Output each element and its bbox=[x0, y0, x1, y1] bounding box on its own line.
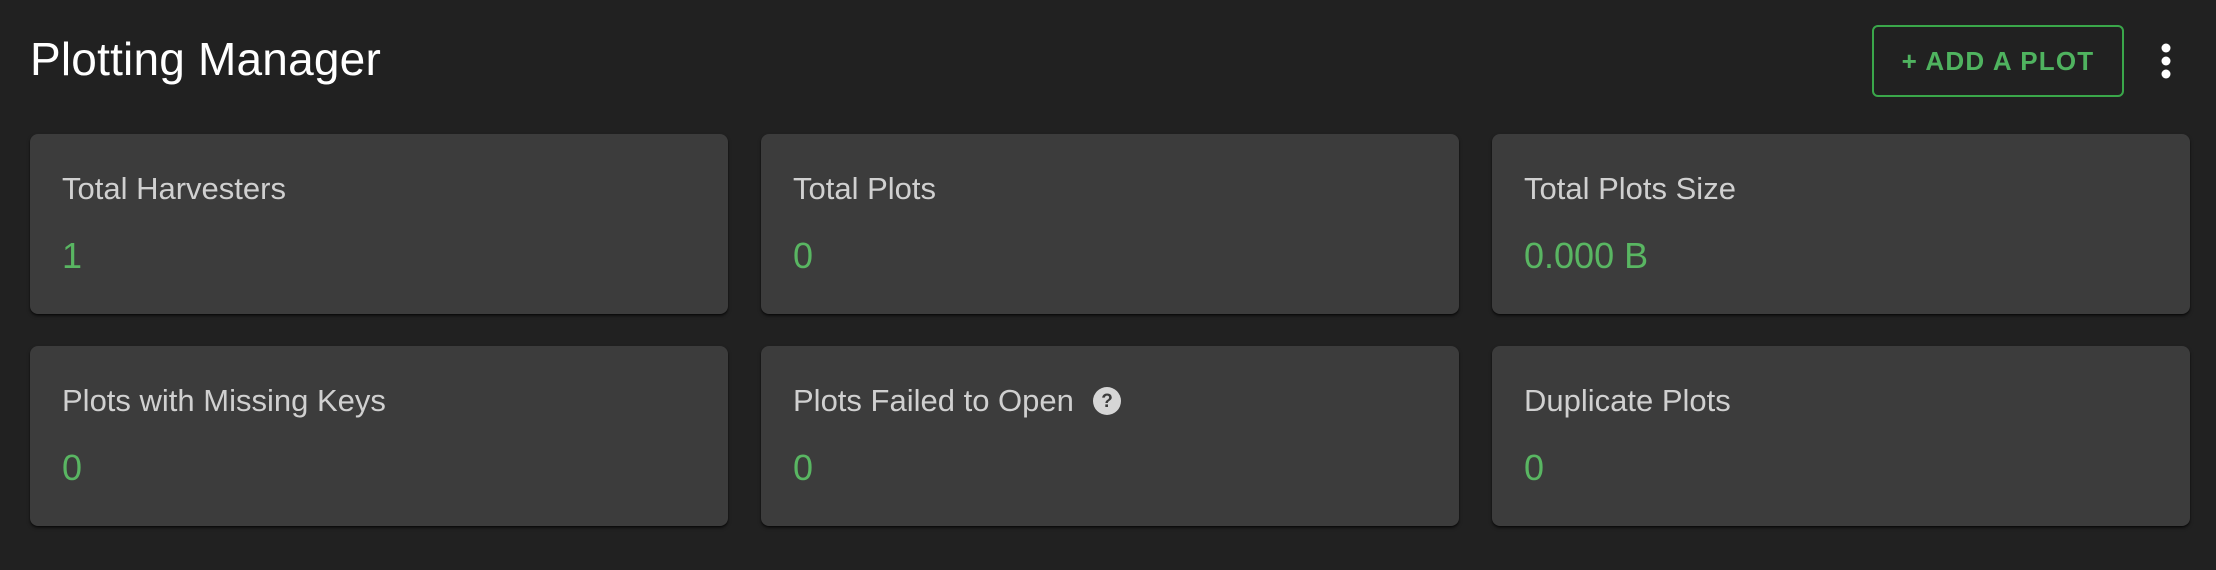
stat-label: Total Harvesters bbox=[62, 170, 696, 208]
svg-text:?: ? bbox=[1101, 391, 1113, 412]
stat-label-text: Duplicate Plots bbox=[1524, 383, 1731, 418]
stats-grid: Total Harvesters 1 Total Plots 0 Total P… bbox=[30, 134, 2190, 526]
stat-label: Total Plots bbox=[793, 170, 1427, 208]
stat-card-duplicate-plots: Duplicate Plots 0 bbox=[1492, 346, 2190, 526]
stat-card-total-harvesters: Total Harvesters 1 bbox=[30, 134, 728, 314]
stat-card-total-plots-size: Total Plots Size 0.000 B bbox=[1492, 134, 2190, 314]
stat-label: Plots with Missing Keys bbox=[62, 382, 696, 420]
more-options-button[interactable] bbox=[2146, 25, 2186, 97]
stat-label-text: Total Plots Size bbox=[1524, 171, 1736, 206]
more-vert-icon bbox=[2161, 43, 2171, 79]
stat-value: 0 bbox=[1524, 447, 1545, 488]
stat-label: Duplicate Plots bbox=[1524, 382, 2158, 420]
stat-label-text: Total Plots bbox=[793, 171, 937, 206]
stat-label: Plots Failed to Open ? bbox=[793, 382, 1427, 420]
add-plot-button[interactable]: + ADD A PLOT bbox=[1872, 25, 2124, 97]
stat-value: 0 bbox=[62, 447, 83, 488]
stat-card-plots-missing-keys: Plots with Missing Keys 0 bbox=[30, 346, 728, 526]
stat-label: Total Plots Size bbox=[1524, 170, 2158, 208]
page-title: Plotting Manager bbox=[30, 33, 381, 85]
stat-value: 0.000 B bbox=[1524, 235, 1649, 276]
stat-card-total-plots: Total Plots 0 bbox=[761, 134, 1459, 314]
stat-value: 1 bbox=[62, 235, 83, 276]
stat-label-text: Total Harvesters bbox=[62, 171, 286, 206]
header-actions: + ADD A PLOT bbox=[1872, 25, 2186, 97]
stat-card-plots-failed-to-open: Plots Failed to Open ? 0 bbox=[761, 346, 1459, 526]
stat-value: 0 bbox=[793, 235, 814, 276]
stat-label-text: Plots Failed to Open bbox=[793, 383, 1074, 418]
page-header: Plotting Manager + ADD A PLOT bbox=[30, 25, 2186, 104]
stat-label-text: Plots with Missing Keys bbox=[62, 383, 386, 418]
help-icon[interactable]: ? bbox=[1092, 386, 1122, 416]
stat-value: 0 bbox=[793, 447, 814, 488]
